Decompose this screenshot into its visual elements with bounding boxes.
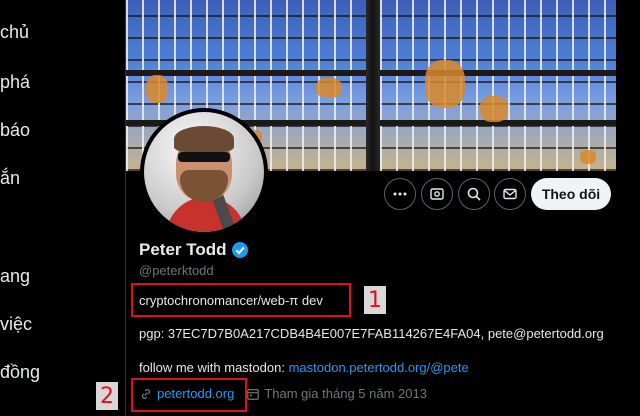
nav-item-messages[interactable]: ắn [0,168,20,189]
nav-item-communities[interactable]: đồng [0,362,40,383]
profile-name-row: Peter Todd [139,240,249,260]
annotation-box-bio [131,283,351,317]
mastodon-link[interactable]: mastodon.petertodd.org/@pete [289,360,469,375]
more-icon [393,192,407,196]
nav-item-jobs[interactable]: việc [0,314,32,335]
nav-item-explore[interactable]: phá [0,72,30,93]
annotation-marker-2: 2 [96,382,118,410]
mastodon-prefix: follow me with mastodon: [139,360,289,375]
grok-icon [430,188,444,200]
verified-badge-icon[interactable] [231,241,249,259]
profile-name: Peter Todd [139,240,227,259]
banner-pillar [366,0,380,171]
message-button[interactable] [494,178,526,210]
calendar-icon [247,388,260,400]
annotation-box-website [131,378,247,412]
search-icon [467,187,481,201]
profile-handle: @peterktodd [139,263,214,278]
grok-button[interactable] [421,178,453,210]
nav-item-home[interactable]: chủ [0,22,29,43]
joined-date: Tham gia tháng 5 năm 2013 [264,386,427,401]
annotation-marker-1: 1 [364,286,386,314]
profile-mastodon-line: follow me with mastodon: mastodon.petert… [139,360,469,375]
profile-avatar[interactable] [140,108,268,236]
banner-panel-right [380,0,616,171]
nav-item-lists[interactable]: ang [0,266,30,287]
follow-button[interactable]: Theo dõi [531,178,611,210]
profile-pgp-line: pgp: 37EC7D7B0A217CDB4B4E007E7FAB114267E… [139,326,604,341]
message-icon [503,188,517,200]
nav-item-notifications[interactable]: báo [0,120,30,141]
more-button[interactable] [384,178,416,210]
search-button[interactable] [458,178,490,210]
